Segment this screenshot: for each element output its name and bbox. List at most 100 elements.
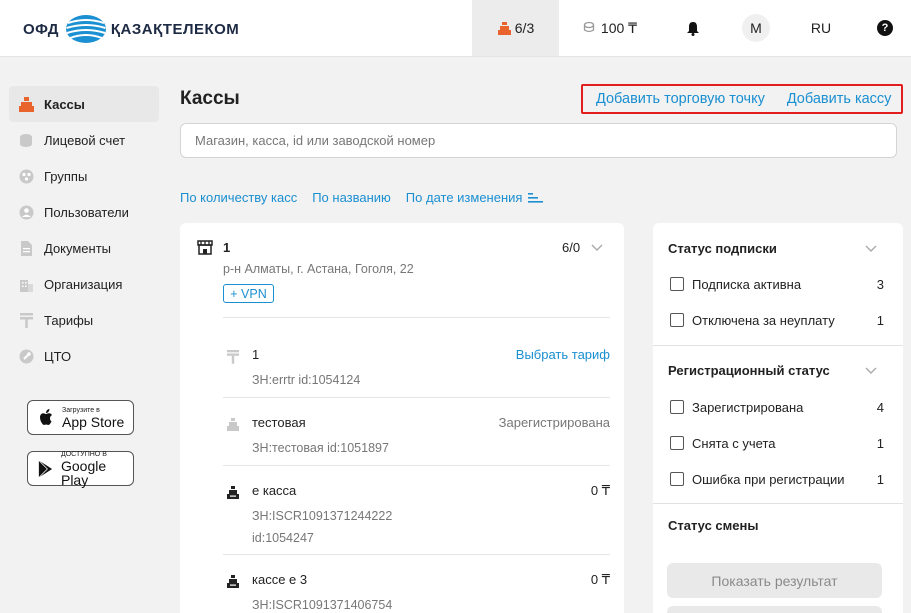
tariff-kassa-icon [227,350,239,364]
choose-tariff-link[interactable]: Выбрать тариф [516,347,610,362]
user-icon [19,205,34,219]
filter-option[interactable]: Подписка активна 3 [670,274,884,294]
filter-option-label: Зарегистрирована [692,399,804,415]
show-result-button[interactable]: Показать результат [667,563,882,598]
cash-register-icon [497,21,511,35]
filter-option-label: Подписка активна [692,276,802,292]
kassa-meta: ЗН:ISCR1091371244222 id:1054247 [252,505,392,549]
checkbox[interactable] [670,436,684,450]
kassa-name: кассе е 3 [252,572,308,587]
top-header: ОФД ҚАЗАҚТЕЛЕКОМ 6/3 100 ₸ M RU ? [0,0,911,57]
sidebar-item-tariffs[interactable]: Тарифы [9,302,159,338]
filter-option[interactable]: Отключена за неуплату 1 [670,310,884,330]
kassa-name: тестовая [252,415,306,430]
sidebar: Кассы Лицевой счет Группы Пользователи Д… [9,86,159,374]
actions-highlight: Добавить торговую точку Добавить кассу [581,84,903,114]
sidebar-item-account[interactable]: Лицевой счет [9,122,159,158]
app-store-big-text: App Store [62,413,125,430]
kassa-serial: ЗН:ISCR1091371406754 [252,598,393,612]
registration-filter-title[interactable]: Регистрационный статус [668,363,830,378]
app-store-button[interactable]: Загрузите в App Store [27,400,134,435]
coins-icon [20,133,32,147]
kassa-name: е касса [252,483,297,498]
add-vpn-button[interactable]: + VPN [223,284,274,303]
chevron-down-icon[interactable] [865,242,877,254]
checkbox[interactable] [670,472,684,486]
filter-option-count: 1 [876,312,884,328]
sidebar-item-label: Группы [44,168,88,184]
kassa-serial-id: ЗН:тестовая id:1051897 [252,441,389,455]
kassy-counter-text: 6/3 [514,20,535,36]
checkbox[interactable] [670,313,684,327]
google-play-button[interactable]: ДОСТУПНО В Google Play [27,451,134,488]
cash-register-icon [227,575,239,588]
sort-by-date-link[interactable]: По дате изменения [406,190,523,205]
sort-by-count-link[interactable]: По количеству касс [180,190,297,205]
sort-bar: По количеству касс По названию По дате и… [180,190,544,205]
filter-option-label: Отключена за неуплату [692,312,835,328]
checkbox[interactable] [670,400,684,414]
logo-ofd-text: ОФД [23,20,59,38]
store-kassa-count: 6/0 [562,240,581,255]
filter-option[interactable]: Зарегистрирована 4 [670,397,884,417]
filter-option-label: Ошибка при регистрации [692,471,845,487]
language-switch[interactable]: RU [803,0,839,56]
logo[interactable]: ОФД ҚАЗАҚТЕЛЕКОМ [23,14,239,44]
sidebar-item-label: Тарифы [44,312,94,328]
filter-option[interactable]: Снята с учета 1 [670,433,884,453]
filter-option-count: 3 [876,276,884,292]
search-input[interactable] [180,123,897,158]
google-play-icon [38,459,53,478]
notifications-button[interactable] [676,0,710,56]
sidebar-item-cto[interactable]: ЦТО [9,338,159,374]
filter-option-label: Снята с учета [692,435,776,451]
kassa-name: 1 [252,347,260,362]
sort-order-icon[interactable] [528,192,544,204]
kassa-meta: ЗН:тестовая id:1051897 [252,437,389,459]
divider [223,317,610,318]
sidebar-item-kassy[interactable]: Кассы [9,86,159,122]
chevron-down-icon[interactable] [591,241,603,253]
help-button[interactable]: ? [870,0,900,56]
balance-text: 100 ₸ [600,19,638,36]
kassy-counter-button[interactable]: 6/3 [472,0,559,56]
kassa-status: Зарегистрирована [498,415,610,430]
filter-option-count: 4 [876,399,884,415]
sidebar-item-organization[interactable]: Организация [9,266,159,302]
sort-by-name-link[interactable]: По названию [312,190,391,205]
divider [223,554,610,555]
cash-register-icon [227,418,239,431]
secondary-button[interactable] [667,606,882,613]
sidebar-item-label: Лицевой счет [44,132,126,148]
kassa-serial-id: ЗН:errtr id:1054124 [252,373,361,387]
wrench-icon [19,349,34,363]
sidebar-item-users[interactable]: Пользователи [9,194,159,230]
filter-option-count: 1 [876,471,884,487]
avatar-button[interactable]: M [741,0,771,56]
sidebar-item-groups[interactable]: Группы [9,158,159,194]
kassa-balance: 0 ₸ [590,572,610,587]
filter-card: Статус подписки Подписка активна 3 Отклю… [653,223,903,613]
store-name[interactable]: 1 [223,240,230,255]
balance-button[interactable]: 100 ₸ [570,0,650,56]
document-icon [21,240,32,256]
cash-register-icon [227,486,239,499]
apple-icon [40,408,52,425]
checkbox[interactable] [670,277,684,291]
google-play-big-text: Google Play [60,457,107,488]
sidebar-item-documents[interactable]: Документы [9,230,159,266]
kassa-list-card: 1 6/0 р-н Алматы, г. Астана, Гоголя, 22 … [180,223,624,613]
sidebar-item-label: Организация [44,276,123,292]
divider [223,397,610,398]
store-icon [197,240,213,255]
tariff-icon [20,312,33,328]
shift-filter-title[interactable]: Статус смены [668,518,758,533]
add-kassa-link[interactable]: Добавить кассу [787,91,892,107]
filter-option[interactable]: Ошибка при регистрации 1 [670,469,884,489]
avatar-letter: M [750,20,762,36]
page-title: Кассы [180,88,240,109]
subscription-filter-title[interactable]: Статус подписки [668,241,777,256]
cash-register-icon [19,96,34,112]
add-trade-point-link[interactable]: Добавить торговую точку [596,91,765,107]
chevron-down-icon[interactable] [865,364,877,376]
